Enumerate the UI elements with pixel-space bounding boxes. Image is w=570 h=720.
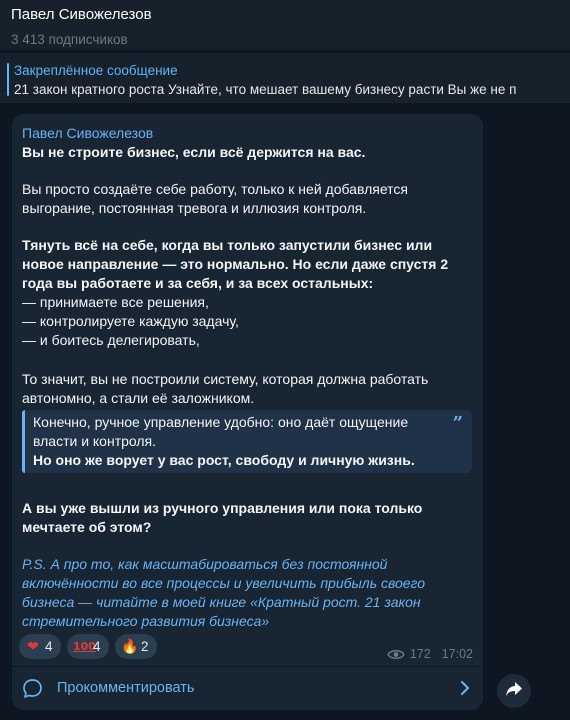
comment-button[interactable]: Прокомментировать (12, 667, 483, 710)
list-item: — контролируете каждую задачу, (22, 313, 239, 329)
list-item: — принимаете все решения, (22, 294, 209, 310)
channel-title: Павел Сивожелезов (11, 6, 152, 23)
blockquote: Конечно, ручное управление удобно: оно д… (22, 410, 472, 473)
ps-line: стремительного развития бизнеса» (22, 613, 270, 629)
channel-header[interactable]: Павел Сивожелезов 3 413 подписчиков (0, 0, 570, 50)
message-line: А вы уже вышли из ручного управления или… (22, 500, 423, 516)
eye-icon (387, 649, 405, 660)
quote-bar (22, 410, 25, 473)
reaction-hundred[interactable]: 100 4 (67, 634, 109, 659)
quote-line: Конечно, ручное управление удобно: оно д… (33, 414, 409, 430)
subscriber-count: 3 413 подписчиков (11, 32, 128, 47)
message-line: автономно, а стали её заложником. (22, 390, 255, 406)
comment-icon (22, 678, 43, 704)
comment-label: Прокомментировать (57, 680, 195, 696)
message-line: То значит, вы не построили систему, кото… (22, 371, 429, 387)
message-line: мечтаете об этом? (22, 519, 152, 535)
reaction-count: 4 (93, 639, 101, 654)
fire-icon: 🔥 (121, 638, 139, 654)
message-meta: 172 17:02 (387, 647, 473, 661)
ps-line: бизнеса — читайте в моей книге «Кратный … (22, 594, 421, 610)
list-item: — и боитесь делегировать, (22, 332, 200, 348)
message-bubble: Павел Сивожелезов Вы не строите бизнес, … (12, 114, 483, 710)
reaction-heart[interactable]: ❤ 4 (19, 634, 61, 659)
reaction-count: 2 (141, 639, 149, 654)
share-button[interactable] (497, 674, 531, 708)
pinned-indicator (7, 63, 9, 96)
message-line: Вы просто создаёте себе работу, только к… (22, 181, 408, 197)
quote-mark-icon: ” (452, 413, 463, 434)
reaction-fire[interactable]: 🔥 2 (115, 634, 157, 659)
scrollbar[interactable] (566, 106, 569, 706)
message-line: года вы работаете и за себя, и за всех о… (22, 275, 374, 291)
pinned-message-bar[interactable]: Закреплённое сообщение 21 закон кратного… (0, 52, 570, 103)
message-line: Вы не строите бизнес, если всё держится … (22, 144, 366, 160)
share-icon (505, 681, 523, 702)
message-time: 17:02 (441, 647, 473, 661)
message-line: новое направление — это нормально. Но ес… (22, 256, 449, 272)
message-line: выгорание, постоянная тревога и иллюзия … (22, 200, 367, 216)
quote-line: Но оно же ворует у вас рост, свободу и л… (33, 452, 415, 468)
message-author[interactable]: Павел Сивожелезов (22, 125, 153, 141)
quote-line: власти и контроля. (33, 433, 157, 449)
hundred-points-icon: 100 (73, 640, 96, 653)
view-count: 172 (409, 647, 431, 661)
ps-line: включённости во все процессы и увеличить… (22, 575, 426, 591)
ps-line: P.S. А про то, как масштабироваться без … (22, 556, 388, 572)
heart-icon: ❤ (27, 638, 39, 654)
reaction-count: 4 (45, 639, 53, 654)
pinned-text: 21 закон кратного роста Узнайте, что меш… (14, 82, 517, 97)
message-line: Тянуть всё на себе, когда вы только запу… (22, 237, 433, 253)
chevron-right-icon (460, 680, 470, 701)
pinned-title: Закреплённое сообщение (14, 63, 178, 78)
